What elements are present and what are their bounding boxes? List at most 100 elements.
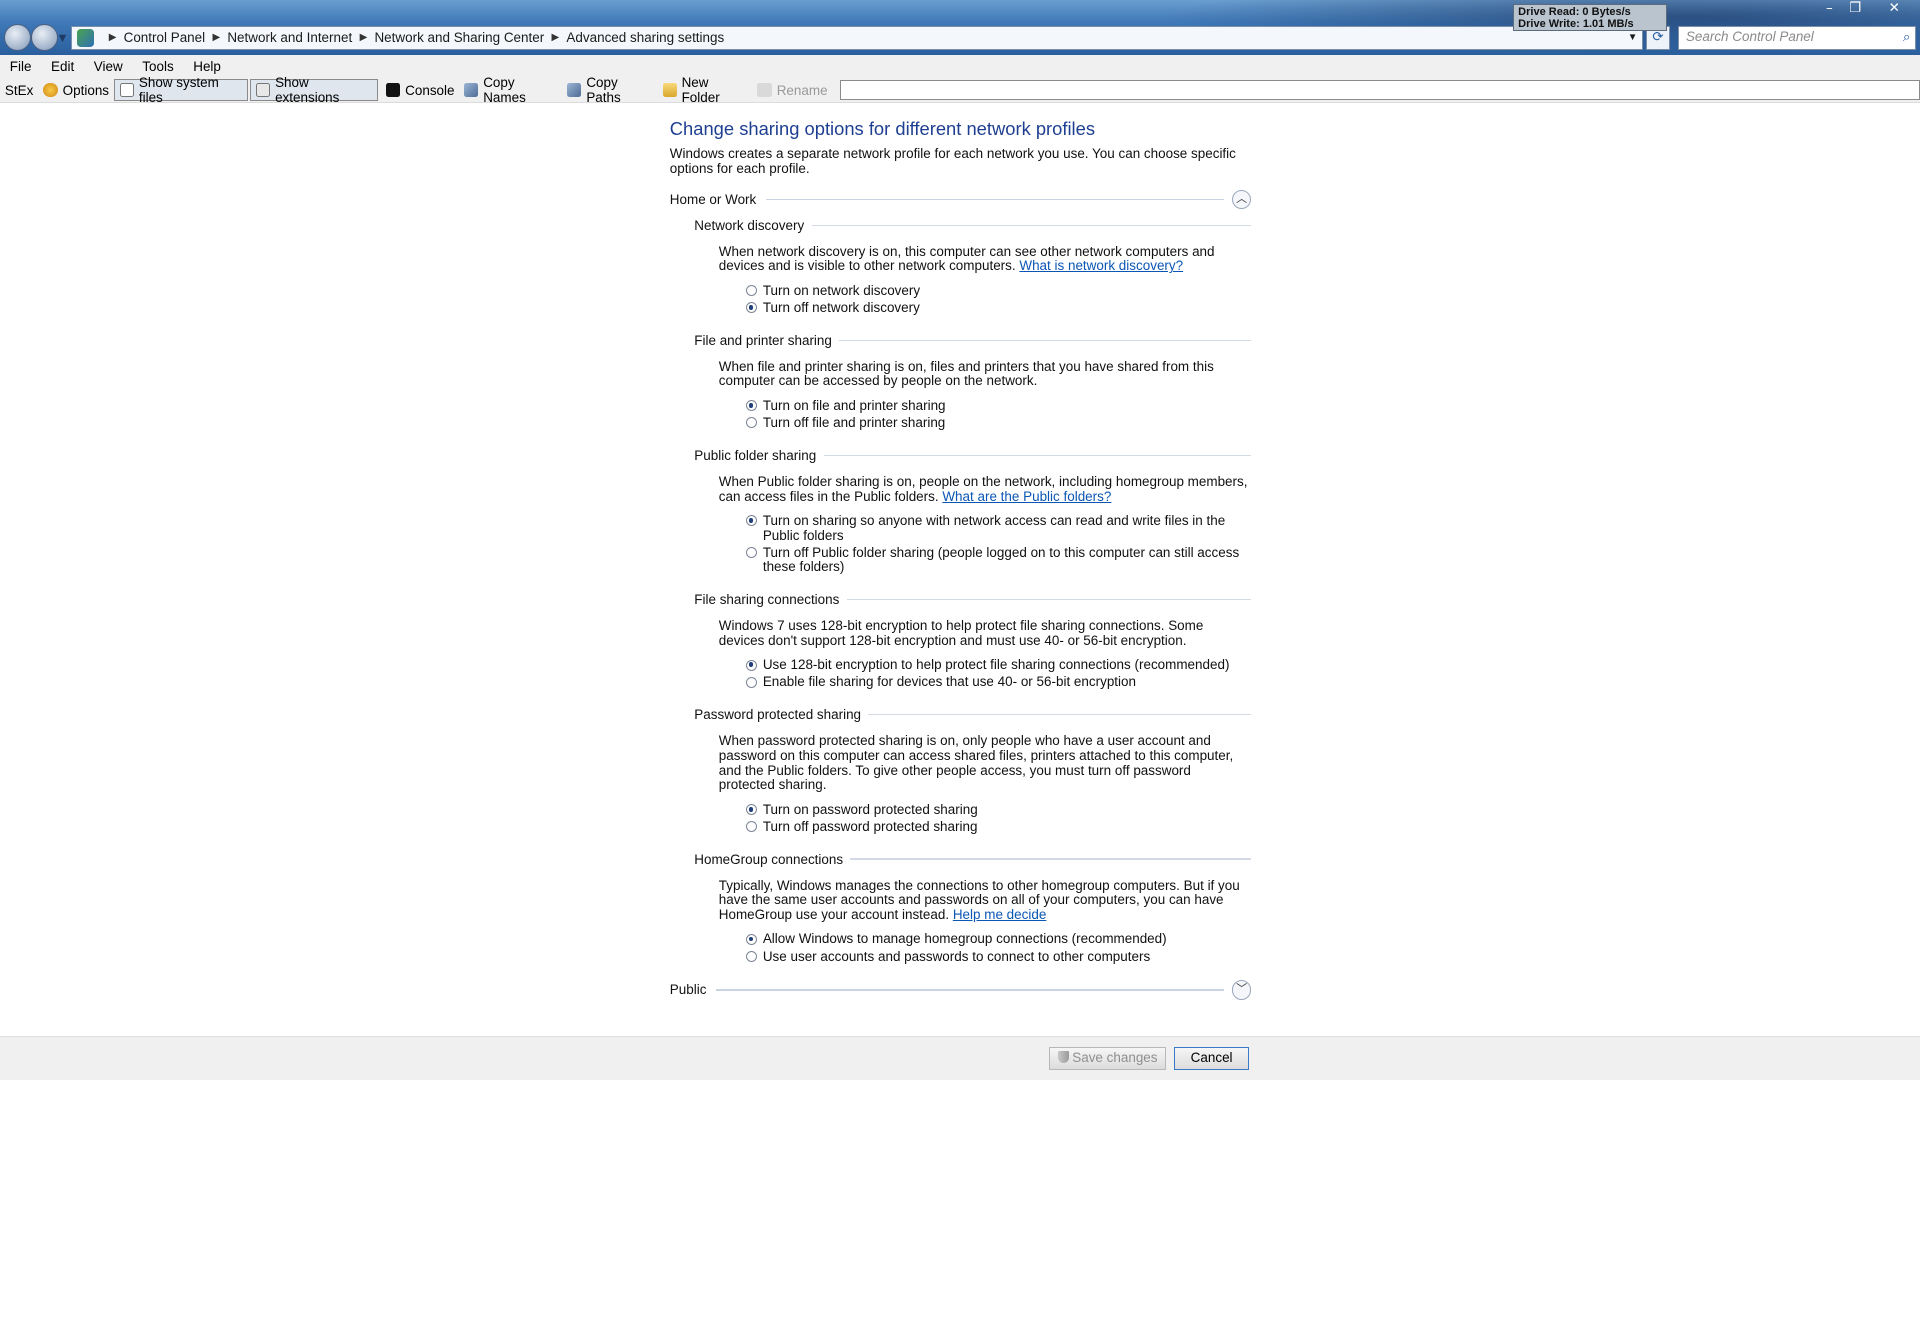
toolbar-command-input[interactable]: [839, 80, 1920, 100]
radio-button[interactable]: [745, 515, 757, 527]
console-icon: [385, 82, 401, 98]
radio-option[interactable]: Turn off file and printer sharing: [745, 415, 1252, 431]
section-title-text: Network discovery: [694, 217, 805, 233]
new-folder-button[interactable]: New Folder: [658, 75, 753, 105]
radio-label[interactable]: Turn off file and printer sharing: [763, 415, 945, 431]
copy-paths-button[interactable]: Copy Paths: [563, 75, 658, 105]
maximize-button[interactable]: ❐: [1844, 0, 1866, 17]
radio-button[interactable]: [745, 302, 757, 314]
radio-button[interactable]: [745, 676, 757, 688]
help-link[interactable]: What are the Public folders?: [942, 489, 1111, 504]
page-title: Change sharing options for different net…: [669, 117, 1096, 139]
section-description: Typically, Windows manages the connectio…: [719, 878, 1248, 923]
radio-button[interactable]: [745, 803, 757, 815]
radio-option[interactable]: Turn off network discovery: [745, 300, 1252, 316]
radio-option[interactable]: Allow Windows to manage homegroup connec…: [745, 932, 1252, 947]
divider: [850, 858, 1252, 860]
collapse-chevron-up-icon[interactable]: ︿: [1231, 189, 1252, 210]
radio-label[interactable]: Turn off Public folder sharing (people l…: [763, 545, 1252, 575]
menu-help[interactable]: Help: [183, 59, 230, 74]
breadcrumb-arrow-icon[interactable]: ▶: [552, 32, 560, 43]
profile-header-home-or-work[interactable]: Home or Work ︿: [670, 189, 1252, 211]
radio-label[interactable]: Allow Windows to manage homegroup connec…: [763, 932, 1167, 947]
menu-file[interactable]: File: [0, 59, 41, 74]
breadcrumb-network-and-internet[interactable]: Network and Internet: [227, 30, 352, 45]
show-system-files-button[interactable]: Show system files: [113, 75, 248, 105]
save-changes-button[interactable]: Save changes: [1049, 1046, 1166, 1071]
radio-button[interactable]: [745, 285, 757, 297]
menu-view[interactable]: View: [84, 59, 132, 74]
drive-read-text: Drive Read: 0 Bytes/s: [1518, 5, 1631, 18]
radio-group: Turn on sharing so anyone with network a…: [745, 513, 1252, 575]
radio-label[interactable]: Turn on password protected sharing: [763, 802, 978, 818]
section-title: HomeGroup connections: [694, 849, 1252, 869]
radio-option[interactable]: Turn off Public folder sharing (people l…: [745, 545, 1252, 575]
menu-edit[interactable]: Edit: [41, 59, 84, 74]
breadcrumb-arrow-icon[interactable]: ▶: [360, 32, 368, 43]
show-extensions-button[interactable]: Show extensions: [250, 75, 379, 105]
section-description-text: When file and printer sharing is on, fil…: [718, 358, 1214, 389]
recent-pages-chevron-icon[interactable]: ▼: [59, 33, 67, 44]
options-button[interactable]: Options: [38, 79, 114, 101]
folder-icon: [662, 82, 677, 98]
radio-option[interactable]: Turn on password protected sharing: [745, 802, 1252, 818]
breadcrumb-network-and-sharing-center[interactable]: Network and Sharing Center: [374, 30, 544, 45]
radio-label[interactable]: Use 128-bit encryption to help protect f…: [763, 658, 1230, 673]
search-icon[interactable]: ⌕: [1903, 29, 1911, 45]
rename-button[interactable]: Rename: [752, 79, 832, 101]
radio-label[interactable]: Turn on file and printer sharing: [763, 398, 946, 414]
address-bar[interactable]: ▶ Control Panel ▶ Network and Internet ▶…: [71, 25, 1644, 51]
radio-label[interactable]: Turn on sharing so anyone with network a…: [763, 513, 1252, 543]
radio-option[interactable]: Turn on network discovery: [745, 283, 1252, 299]
profile-label: Public: [669, 982, 707, 998]
copy-paths-icon: [567, 82, 582, 98]
divider: [839, 339, 1252, 341]
minimize-button[interactable]: –: [1817, 0, 1841, 17]
stex-button[interactable]: StEx: [0, 79, 38, 101]
radio-label[interactable]: Turn on network discovery: [763, 283, 920, 299]
radio-label[interactable]: Turn off network discovery: [763, 300, 920, 316]
stex-label: StEx: [4, 82, 34, 98]
menu-tools[interactable]: Tools: [132, 59, 183, 74]
radio-button[interactable]: [745, 547, 757, 559]
radio-button[interactable]: [745, 417, 757, 429]
radio-label[interactable]: Enable file sharing for devices that use…: [763, 675, 1136, 690]
help-link[interactable]: Help me decide: [953, 907, 1046, 922]
copy-names-label: Copy Names: [483, 75, 526, 106]
cancel-button[interactable]: Cancel: [1174, 1046, 1249, 1071]
close-button[interactable]: ✕: [1871, 0, 1918, 17]
search-input[interactable]: Search Control Panel ⌕: [1677, 25, 1917, 51]
show-system-files-label: Show system files: [138, 75, 219, 106]
breadcrumb-arrow-icon[interactable]: ▶: [212, 32, 220, 43]
expand-chevron-down-icon[interactable]: ﹀: [1231, 980, 1252, 1000]
back-button[interactable]: [3, 24, 31, 52]
radio-option[interactable]: Use user accounts and passwords to conne…: [745, 949, 1252, 965]
help-link[interactable]: What is network discovery?: [1019, 258, 1183, 273]
radio-option[interactable]: Enable file sharing for devices that use…: [745, 675, 1252, 690]
radio-option[interactable]: Turn off password protected sharing: [745, 819, 1252, 835]
radio-option[interactable]: Use 128-bit encryption to help protect f…: [745, 658, 1252, 673]
radio-option[interactable]: Turn on sharing so anyone with network a…: [745, 513, 1252, 543]
copy-names-button[interactable]: Copy Names: [459, 75, 562, 105]
radio-button[interactable]: [745, 950, 757, 962]
radio-button[interactable]: [745, 933, 757, 945]
radio-button[interactable]: [745, 400, 757, 412]
radio-button[interactable]: [745, 821, 757, 833]
divider: [811, 224, 1252, 226]
console-button[interactable]: Console: [381, 79, 460, 101]
section-title-text: HomeGroup connections: [694, 851, 844, 867]
address-dropdown-icon[interactable]: ▼: [1628, 32, 1638, 43]
radio-option[interactable]: Turn on file and printer sharing: [745, 398, 1252, 414]
breadcrumb-advanced-sharing-settings[interactable]: Advanced sharing settings: [566, 30, 724, 45]
profile-header-public[interactable]: Public ﹀: [670, 979, 1252, 1001]
breadcrumb-arrow-icon[interactable]: ▶: [109, 32, 117, 43]
breadcrumb-control-panel[interactable]: Control Panel: [124, 30, 206, 45]
copy-paths-label: Copy Paths: [586, 75, 621, 106]
radio-button[interactable]: [745, 659, 757, 671]
forward-button[interactable]: [30, 24, 58, 52]
divider: [823, 454, 1252, 456]
radio-label[interactable]: Use user accounts and passwords to conne…: [763, 949, 1150, 965]
settings-section: Network discovery When network discovery …: [694, 215, 1252, 316]
radio-label[interactable]: Turn off password protected sharing: [763, 819, 978, 835]
window: ▼ ▶ Control Panel ▶ Network and Internet…: [0, 0, 1920, 1080]
